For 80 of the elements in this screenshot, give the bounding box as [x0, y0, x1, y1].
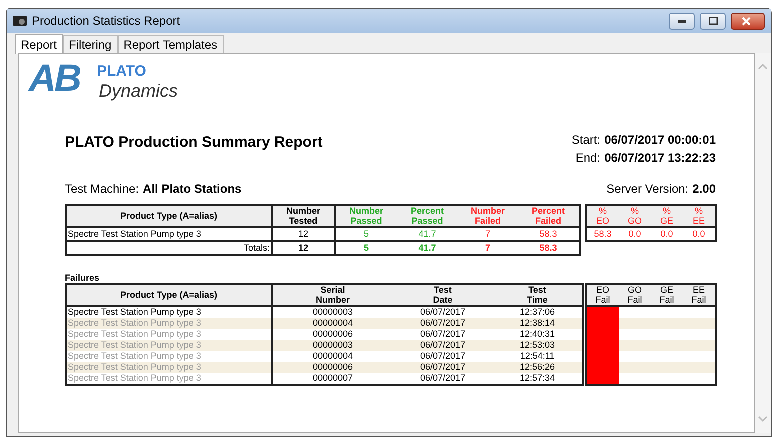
table-cell-text: 12:56:26	[518, 362, 556, 373]
minimize-button[interactable]	[669, 12, 695, 30]
column-header: Percent Failed	[530, 206, 566, 226]
table-cell: 12	[273, 242, 336, 254]
table-cell: Spectre Test Station Pump type 3	[67, 228, 273, 240]
table-cell-text: 12:40:31	[518, 329, 556, 340]
table-cell-text: 00000004	[312, 351, 354, 362]
test-machine-label: Test Machine:	[65, 181, 140, 198]
table-cell-text: 12:53:03	[518, 340, 556, 351]
table-cell-text: 00000004	[312, 318, 354, 329]
column-header: Number Passed	[348, 206, 384, 226]
table-cell-text: 12:38:14	[518, 318, 556, 329]
server-version-label: Server Version:	[606, 181, 689, 198]
table-cell-text: 0.0	[628, 228, 642, 240]
table-cell-text: 12:57:34	[518, 373, 556, 384]
table-cell-text: 41.7	[418, 242, 438, 254]
table-cell-text: 06/07/2017	[419, 351, 467, 362]
column-header: % GE	[659, 206, 674, 226]
tab[interactable]: Report Templates	[118, 35, 224, 53]
end-label: End:	[576, 150, 601, 167]
column-header: % EO	[595, 206, 610, 226]
logo-brand: PLATO	[97, 64, 146, 79]
server-version-value: 2.00	[692, 181, 716, 198]
table-cell: 12	[273, 228, 336, 240]
table-cell-text: 58.3	[593, 228, 613, 240]
table-cell: Spectre Test Station Pump type 3	[67, 373, 273, 384]
column-header: % GO	[626, 206, 643, 226]
column-header: Product Type (A=alias)	[67, 285, 273, 305]
logo-letters: AB	[29, 60, 82, 98]
table-cell-text: 06/07/2017	[419, 318, 467, 329]
table-cell-text: 00000007	[312, 373, 354, 384]
table-cell-text: 58.3	[538, 242, 558, 254]
close-button[interactable]	[731, 12, 765, 30]
tab[interactable]: Report	[15, 34, 64, 54]
table-cell-text: 00000003	[312, 307, 354, 318]
table-cell-text: 12:54:11	[519, 351, 556, 362]
table-cell-text: 06/07/2017	[419, 373, 467, 384]
column-header: Number Failed	[470, 206, 506, 226]
logo-subtitle: Dynamics	[99, 82, 178, 100]
table-cell-text: 00000003	[312, 340, 354, 351]
table-cell-text: 00000006	[312, 362, 354, 373]
column-header: Serial Number	[314, 285, 351, 305]
end-value: 06/07/2017 13:22:23	[604, 150, 716, 167]
table-cell-text: 06/07/2017	[419, 340, 467, 351]
table-cell-text: 41.7	[418, 228, 438, 240]
column-header: Test Date	[432, 285, 454, 305]
report-title: PLATO Production Summary Report	[65, 133, 323, 153]
column-header: EE Fail	[690, 285, 708, 305]
table-cell-text: 00000006	[312, 329, 354, 340]
table-cell-text: 5	[362, 242, 370, 254]
section-title: Failures	[65, 272, 100, 285]
table-cell-text: 7	[484, 228, 492, 240]
column-header: Percent Passed	[410, 206, 446, 226]
restore-icon	[708, 17, 718, 25]
column-header: GE Fail	[658, 285, 676, 305]
table-cell-text: 06/07/2017	[419, 329, 467, 340]
table-cell-text: 06/07/2017	[419, 362, 467, 373]
table-cell-text: 58.3	[538, 228, 558, 240]
start-label: Start:	[572, 132, 601, 149]
maximize-button[interactable]	[700, 12, 726, 30]
start-value: 06/07/2017 00:00:01	[604, 132, 716, 149]
totals-label: Totals:	[67, 242, 273, 254]
column-header: GO Fail	[626, 285, 644, 305]
minimize-icon	[678, 20, 686, 22]
column-header: Number Tested	[273, 206, 336, 226]
close-icon	[742, 16, 751, 26]
app-icon	[13, 15, 27, 27]
column-header: Product Type (A=alias)	[67, 206, 273, 226]
test-machine-value: All Plato Stations	[143, 181, 242, 198]
table-cell-text: 0.0	[692, 228, 706, 240]
table-cell-text: 5	[362, 228, 370, 240]
table-cell-text: 7	[484, 242, 492, 254]
table-cell-text: 0.0	[660, 228, 674, 240]
column-header: % EE	[692, 206, 706, 226]
table-cell-text: 06/07/2017	[419, 307, 467, 318]
table-cell-text: 12:37:06	[518, 307, 556, 318]
tab[interactable]: Filtering	[63, 35, 118, 53]
window-title: Production Statistics Report	[32, 13, 180, 30]
column-header: Test Time	[526, 285, 549, 305]
column-header: EO Fail	[594, 285, 612, 305]
